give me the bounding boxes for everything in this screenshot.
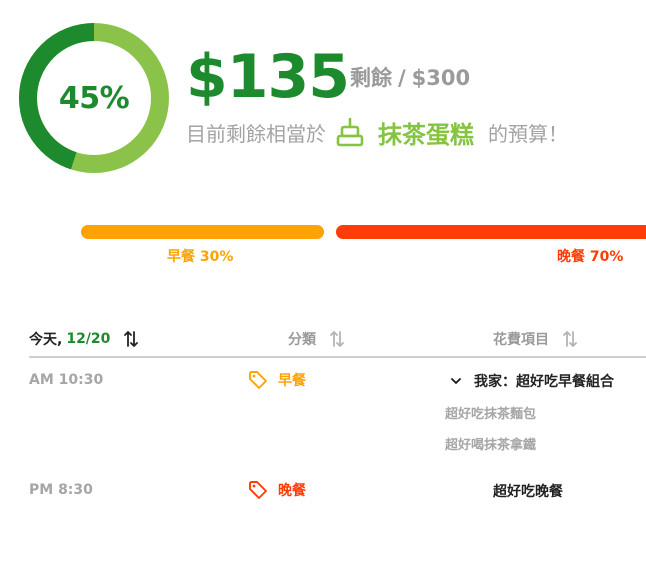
category-label: 早餐 [278, 373, 306, 389]
category-label: 晚餐 [278, 483, 306, 499]
remaining-of-total: 剩餘 / $300 [350, 64, 470, 92]
dinner-share-label: 晚餐 70% [557, 249, 624, 265]
expense-item-label: 我家：超好吃早餐組合 [474, 374, 614, 390]
date-prefix: 今天, [29, 332, 63, 348]
remaining-amount: $135 [186, 42, 350, 112]
table-header-divider [29, 356, 646, 358]
date-value: 12/20 [66, 331, 111, 347]
budget-percent: 45% [58, 80, 130, 116]
row-category: 晚餐 [248, 480, 306, 500]
expense-item-label: 超好吃晚餐 [493, 484, 563, 500]
breakfast-share-label: 早餐 30% [167, 249, 234, 265]
tag-icon [248, 370, 268, 390]
expense-item-group[interactable]: 我家：超好吃早餐組合 [450, 371, 614, 391]
chevron-down-icon[interactable] [450, 375, 462, 387]
budget-progress-ring: 45% [19, 23, 169, 173]
item-header-label: 花費項目 [493, 332, 549, 348]
breakfast-share-bar [81, 225, 324, 239]
separator: / [398, 66, 406, 90]
tag-icon [248, 480, 268, 500]
expense-sub-item: 超好喝抹茶拿鐵 [445, 438, 537, 453]
expense-item[interactable]: 超好吃晚餐 [493, 481, 563, 501]
item-sort-header[interactable]: 花費項目 [493, 327, 577, 351]
budget-total: $300 [411, 66, 471, 90]
budget-comparison: 目前剩餘相當於 抹茶蛋糕 的預算！ [186, 114, 568, 150]
dinner-share-bar [336, 225, 646, 239]
row-time: AM 10:30 [29, 372, 104, 388]
date-sort-header[interactable]: 今天, 12/20 [29, 327, 139, 351]
expense-sub-item: 超好吃抹茶麵包 [445, 407, 537, 422]
row-category: 早餐 [248, 370, 306, 390]
row-time: PM 8:30 [29, 482, 93, 498]
remaining-label: 剩餘 [350, 66, 392, 90]
sort-icon[interactable] [124, 330, 139, 348]
comparison-item: 抹茶蛋糕 [378, 120, 474, 149]
cake-icon [336, 116, 364, 148]
sort-icon[interactable] [563, 330, 577, 348]
comparison-suffix: 的預算！ [488, 121, 568, 146]
category-sort-header[interactable]: 分類 [288, 327, 344, 351]
sort-icon[interactable] [330, 330, 344, 348]
comparison-prefix: 目前剩餘相當於 [186, 121, 326, 146]
category-header-label: 分類 [288, 332, 316, 348]
